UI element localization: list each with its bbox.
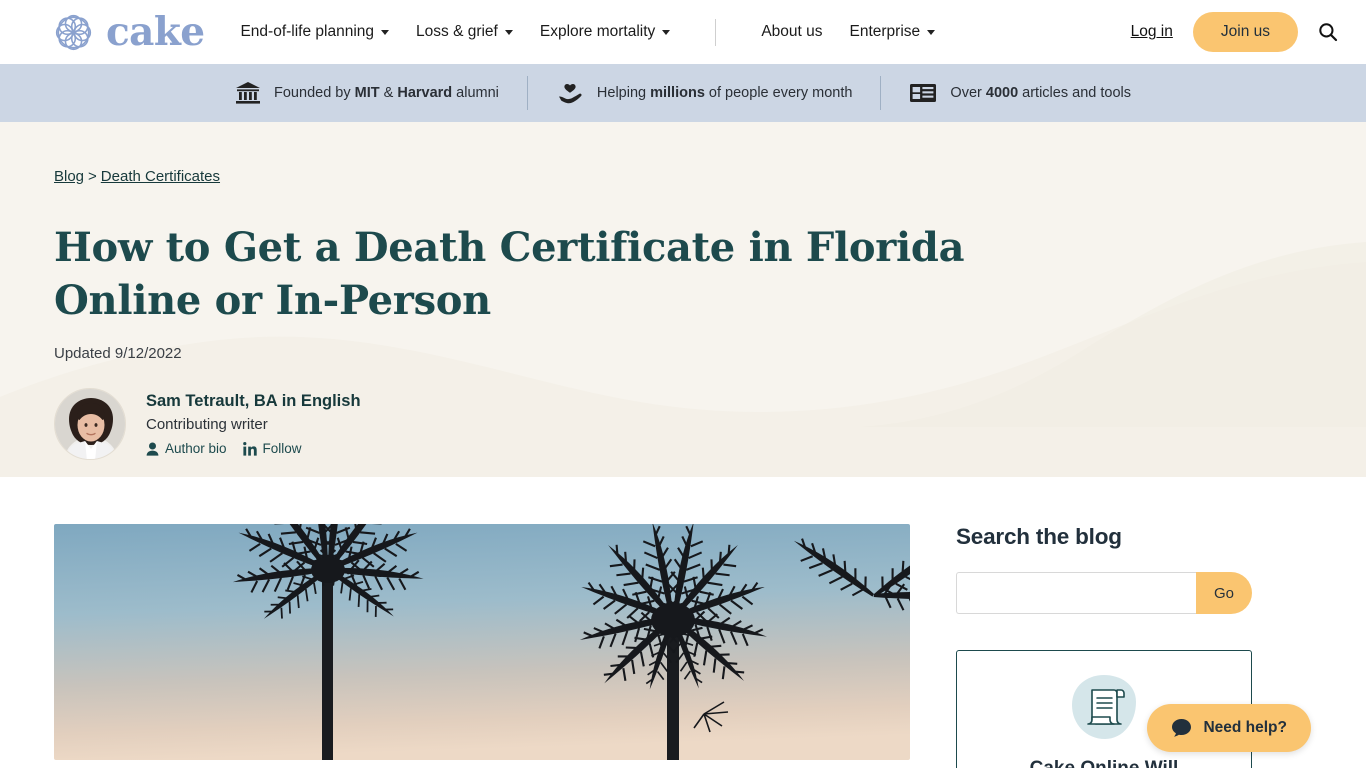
bank-columns-icon (236, 82, 261, 104)
chevron-down-icon (662, 29, 671, 35)
author-links: Author bio Follow (146, 441, 361, 456)
person-icon (146, 442, 159, 456)
trust-text: Helping millions of people every month (596, 85, 853, 101)
article-hero: Blog > Death Certificates How to Get a Dea… (0, 122, 1366, 477)
site-logo[interactable]: cake (50, 8, 205, 56)
primary-nav: End-of-life planning Loss & grief Explor… (240, 18, 936, 46)
search-icon[interactable] (1318, 22, 1338, 42)
cake-logo-mark (55, 14, 92, 50)
articles-list-icon (910, 84, 937, 102)
promo-title: Cake Online Will (979, 758, 1229, 768)
nav-item-explore-mortality[interactable]: Explore mortality (539, 23, 671, 41)
chat-bubble-icon (1172, 719, 1192, 737)
top-navbar: cake End-of-life planning Loss & grief E… (0, 0, 1366, 64)
author-block: Sam Tetrault, BA in English Contributing… (54, 388, 1316, 461)
nav-label: Enterprise (849, 23, 921, 40)
nav-item-about-us[interactable]: About us (761, 23, 822, 41)
nav-item-enterprise[interactable]: Enterprise (850, 23, 936, 41)
need-help-chat-button[interactable]: Need help? (1147, 704, 1311, 752)
breadcrumb-separator: > (88, 168, 97, 185)
blog-search-form: Go (956, 572, 1252, 614)
author-bio-label: Author bio (165, 441, 227, 457)
breadcrumb-link-blog[interactable]: Blog (54, 168, 84, 185)
author-meta: Sam Tetrault, BA in English Contributing… (146, 392, 361, 456)
breadcrumb-link-death-certificates[interactable]: Death Certificates (101, 168, 220, 185)
nav-label: Loss & grief (416, 23, 498, 40)
author-photo (55, 389, 125, 460)
linkedin-follow-label: Follow (262, 441, 302, 457)
nav-item-loss-and-grief[interactable]: Loss & grief (416, 23, 513, 41)
trust-text: Founded by MIT & Harvard alumni (274, 85, 499, 101)
search-input[interactable] (956, 572, 1196, 614)
search-go-button[interactable]: Go (1196, 572, 1252, 614)
breadcrumb: Blog > Death Certificates (54, 168, 1316, 185)
chevron-down-icon (504, 29, 513, 35)
nav-item-end-of-life-planning[interactable]: End-of-life planning (240, 23, 390, 41)
nav-actions: Log in Join us (1131, 12, 1344, 52)
login-link[interactable]: Log in (1131, 23, 1173, 41)
search-blog-heading: Search the blog (956, 524, 1122, 549)
nav-divider (715, 18, 717, 46)
heart-in-hand-icon (558, 84, 582, 104)
chevron-down-icon (381, 29, 390, 35)
palm-trees-at-dusk-photo (54, 524, 910, 760)
linkedin-follow-link[interactable]: Follow (242, 441, 302, 457)
nav-label: Explore mortality (539, 23, 656, 40)
nav-label: End-of-life planning (240, 23, 375, 40)
trust-bar: Founded by MIT & Harvard alumni Helping … (0, 64, 1366, 122)
trust-item-reach: Helping millions of people every month (528, 81, 881, 105)
nav-label: About us (761, 23, 823, 40)
trust-item-founders: Founded by MIT & Harvard alumni (207, 81, 527, 105)
trust-text: Over 4000 articles and tools (950, 85, 1131, 101)
author-name: Sam Tetrault, BA in English (146, 392, 361, 411)
join-us-button[interactable]: Join us (1192, 12, 1298, 52)
author-bio-link[interactable]: Author bio (146, 441, 227, 456)
article-column (54, 524, 910, 768)
page-title: How to Get a Death Certificate in Florid… (54, 224, 965, 325)
linkedin-icon (242, 441, 257, 456)
scroll-document-icon (1072, 675, 1136, 739)
avatar (54, 388, 126, 461)
chevron-down-icon (927, 29, 936, 35)
updated-date: Updated 9/12/2022 (54, 345, 182, 363)
article-hero-image (54, 524, 910, 760)
logo-wordmark: cake (106, 8, 205, 55)
need-help-label: Need help? (1203, 719, 1287, 736)
author-role: Contributing writer (146, 416, 268, 434)
trust-item-articles: Over 4000 articles and tools (881, 82, 1159, 104)
